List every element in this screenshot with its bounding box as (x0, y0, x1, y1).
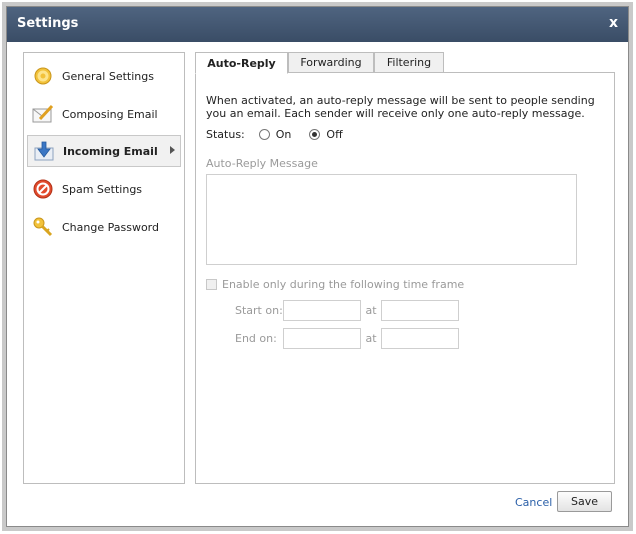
tab-auto-reply[interactable]: Auto-Reply (195, 52, 288, 74)
start-date-input[interactable] (283, 300, 361, 321)
status-off-radio[interactable] (309, 129, 321, 140)
settings-sidebar: General Settings Composing Email Incomin… (23, 52, 185, 484)
status-row: Status: On Off (206, 128, 343, 141)
gear-icon (34, 67, 52, 85)
chevron-right-icon (170, 146, 175, 154)
sidebar-item-label: General Settings (62, 69, 154, 83)
status-on-label: On (275, 128, 292, 141)
no-entry-icon (33, 179, 53, 199)
cancel-button[interactable]: Cancel (515, 496, 552, 509)
start-at-label: at (365, 304, 377, 317)
end-at-label: at (365, 332, 377, 345)
auto-reply-message-label: Auto-Reply Message (206, 157, 318, 170)
dialog-title: Settings (17, 16, 79, 31)
sidebar-item-change-password[interactable]: Change Password (27, 211, 181, 243)
auto-reply-panel: When activated, an auto-reply message wi… (195, 72, 615, 484)
end-row: End on: at (235, 328, 459, 349)
status-off-label: Off (326, 128, 343, 141)
timeframe-label: Enable only during the following time fr… (222, 278, 465, 291)
end-label: End on: (235, 332, 277, 345)
sidebar-item-label: Composing Email (62, 107, 158, 121)
sidebar-item-label: Change Password (62, 220, 159, 234)
tab-forwarding[interactable]: Forwarding (288, 52, 374, 73)
download-icon (34, 141, 54, 161)
status-on-radio[interactable] (258, 129, 270, 140)
sidebar-item-spam-settings[interactable]: Spam Settings (27, 173, 181, 205)
start-time-input[interactable] (381, 300, 459, 321)
sidebar-item-label: Incoming Email (63, 144, 158, 158)
start-row: Start on: at (235, 300, 459, 321)
status-label: Status: (206, 128, 245, 141)
auto-reply-description: When activated, an auto-reply message wi… (206, 94, 595, 120)
close-icon[interactable]: x (609, 15, 618, 31)
end-date-input[interactable] (283, 328, 361, 349)
compose-icon (32, 104, 54, 123)
timeframe-checkbox[interactable] (206, 279, 217, 290)
auto-reply-message-input[interactable] (206, 174, 577, 265)
start-label: Start on: (235, 304, 283, 317)
key-icon (33, 217, 53, 237)
tab-filtering[interactable]: Filtering (374, 52, 444, 73)
sidebar-item-composing-email[interactable]: Composing Email (27, 98, 181, 130)
sidebar-item-label: Spam Settings (62, 182, 143, 196)
sidebar-item-general-settings[interactable]: General Settings (27, 60, 181, 92)
save-button[interactable]: Save (557, 491, 612, 512)
dialog-titlebar: Settings x (7, 7, 628, 42)
timeframe-row: Enable only during the following time fr… (206, 278, 464, 291)
sidebar-item-incoming-email[interactable]: Incoming Email (27, 135, 181, 167)
end-time-input[interactable] (381, 328, 459, 349)
settings-dialog: Settings x General Settings Composing Em… (6, 6, 629, 527)
